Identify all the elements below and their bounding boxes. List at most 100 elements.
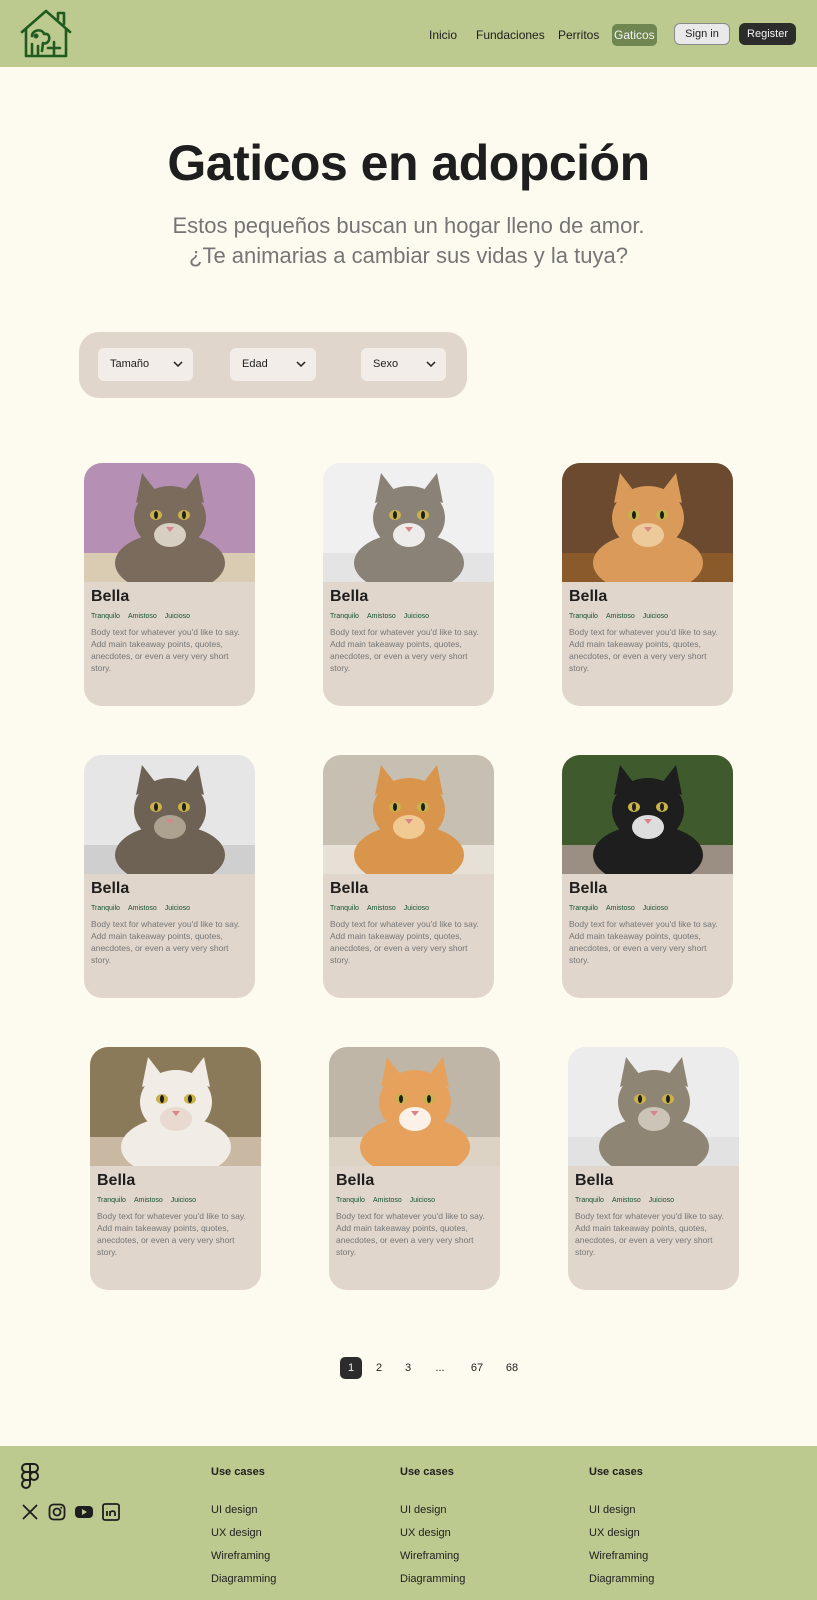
cat-tags: Tranquilo Amistoso Juicioso bbox=[575, 1197, 682, 1204]
footer-link[interactable]: UX design bbox=[589, 1527, 640, 1539]
instagram-icon[interactable] bbox=[48, 1503, 66, 1521]
chevron-down-icon bbox=[173, 361, 183, 368]
cat-tag: Tranquilo bbox=[569, 613, 598, 620]
cat-description: Body text for whatever you'd like to say… bbox=[97, 1211, 246, 1257]
cat-tag: Tranquilo bbox=[91, 613, 120, 620]
footer-column-title: Use cases bbox=[589, 1466, 643, 1478]
cat-description: Body text for whatever you'd like to say… bbox=[330, 627, 479, 673]
cat-photo bbox=[84, 463, 255, 582]
cat-tags: Tranquilo Amistoso Juicioso bbox=[91, 905, 198, 912]
cat-tags: Tranquilo Amistoso Juicioso bbox=[91, 613, 198, 620]
cat-tag: Amistoso bbox=[605, 613, 635, 620]
cat-name: Bella bbox=[330, 880, 369, 897]
nav-inicio[interactable]: Inicio bbox=[427, 24, 459, 46]
cat-tag: Juicioso bbox=[648, 1197, 675, 1204]
cat-tags: Tranquilo Amistoso Juicioso bbox=[569, 613, 676, 620]
chevron-down-icon bbox=[426, 361, 436, 368]
cat-name: Bella bbox=[575, 1172, 614, 1189]
cat-card[interactable]: Bella Tranquilo Amistoso Juicioso Body tex… bbox=[568, 1047, 739, 1290]
cat-tag: Amistoso bbox=[127, 905, 157, 912]
filter-sexo-select[interactable]: Sexo bbox=[361, 348, 446, 381]
sign-in-button[interactable]: Sign in bbox=[674, 23, 730, 45]
cat-name: Bella bbox=[330, 588, 369, 605]
cat-tags: Tranquilo Amistoso Juicioso bbox=[336, 1197, 443, 1204]
footer-link[interactable]: Wireframing bbox=[589, 1550, 648, 1562]
cat-photo bbox=[562, 755, 733, 874]
page-3-button[interactable]: 3 bbox=[397, 1357, 419, 1379]
cat-description: Body text for whatever you'd like to say… bbox=[91, 919, 240, 965]
cat-card[interactable]: Bella Tranquilo Amistoso Juicioso Body tex… bbox=[323, 755, 494, 998]
footer-link[interactable]: Diagramming bbox=[589, 1573, 654, 1585]
page-1-button[interactable]: 1 bbox=[340, 1357, 362, 1379]
cat-tag: Tranquilo bbox=[569, 905, 598, 912]
cat-card[interactable]: Bella Tranquilo Amistoso Juicioso Body tex… bbox=[329, 1047, 500, 1290]
cat-photo bbox=[84, 755, 255, 874]
footer-link[interactable]: UX design bbox=[400, 1527, 451, 1539]
cat-photo bbox=[562, 463, 733, 582]
logo-house-pet-icon[interactable] bbox=[18, 6, 74, 60]
cat-tag: Tranquilo bbox=[97, 1197, 126, 1204]
footer-link[interactable]: Wireframing bbox=[400, 1550, 459, 1562]
cat-tag: Tranquilo bbox=[575, 1197, 604, 1204]
footer-link[interactable]: UI design bbox=[400, 1504, 446, 1516]
footer-link[interactable]: Diagramming bbox=[400, 1573, 465, 1585]
cat-tag: Tranquilo bbox=[91, 905, 120, 912]
footer-link[interactable]: Diagramming bbox=[211, 1573, 276, 1585]
cat-tag: Juicioso bbox=[164, 613, 191, 620]
nav-gaticos[interactable]: Gaticos bbox=[612, 24, 657, 46]
youtube-icon[interactable] bbox=[74, 1504, 94, 1520]
cat-description: Body text for whatever you'd like to say… bbox=[330, 919, 479, 965]
cat-tag: Amistoso bbox=[372, 1197, 402, 1204]
page-67-button[interactable]: 67 bbox=[465, 1357, 489, 1379]
cat-photo bbox=[568, 1047, 739, 1166]
linkedin-icon[interactable] bbox=[102, 1503, 120, 1521]
nav-perritos[interactable]: Perritos bbox=[556, 24, 601, 46]
cat-tag: Amistoso bbox=[127, 613, 157, 620]
header: Inicio Fundaciones Perritos Gaticos Sign… bbox=[0, 0, 817, 67]
filter-tamano-label: Tamaño bbox=[110, 358, 150, 370]
cat-name: Bella bbox=[91, 880, 130, 897]
cat-card[interactable]: Bella Tranquilo Amistoso Juicioso Body tex… bbox=[562, 463, 733, 706]
cat-card[interactable]: Bella Tranquilo Amistoso Juicioso Body tex… bbox=[323, 463, 494, 706]
filter-edad-label: Edad bbox=[242, 358, 268, 370]
cat-photo bbox=[323, 755, 494, 874]
cat-card[interactable]: Bella Tranquilo Amistoso Juicioso Body tex… bbox=[84, 463, 255, 706]
cat-description: Body text for whatever you'd like to say… bbox=[91, 627, 240, 673]
cat-tag: Juicioso bbox=[403, 905, 430, 912]
page-title: Gaticos en adopción bbox=[167, 135, 650, 191]
footer-column-title: Use cases bbox=[211, 1466, 265, 1478]
cat-description: Body text for whatever you'd like to say… bbox=[569, 919, 718, 965]
cat-photo bbox=[329, 1047, 500, 1166]
hero-subtitle-line2: ¿Te animarias a cambiar sus vidas y la t… bbox=[189, 243, 628, 268]
nav-fundaciones[interactable]: Fundaciones bbox=[474, 24, 547, 46]
page-2-button[interactable]: 2 bbox=[368, 1357, 390, 1379]
footer: Use cases UI design UX design Wireframing Di… bbox=[0, 1446, 817, 1600]
cat-tag: Juicioso bbox=[170, 1197, 197, 1204]
figma-icon[interactable] bbox=[20, 1462, 40, 1490]
cat-card[interactable]: Bella Tranquilo Amistoso Juicioso Body tex… bbox=[84, 755, 255, 998]
cat-name: Bella bbox=[97, 1172, 136, 1189]
filter-edad-select[interactable]: Edad bbox=[230, 348, 316, 381]
footer-link[interactable]: UI design bbox=[589, 1504, 635, 1516]
cat-card[interactable]: Bella Tranquilo Amistoso Juicioso Body tex… bbox=[562, 755, 733, 998]
cat-name: Bella bbox=[336, 1172, 375, 1189]
cat-tag: Amistoso bbox=[605, 905, 635, 912]
register-button[interactable]: Register bbox=[739, 23, 796, 45]
cat-card[interactable]: Bella Tranquilo Amistoso Juicioso Body tex… bbox=[90, 1047, 261, 1290]
cat-photo bbox=[323, 463, 494, 582]
cat-description: Body text for whatever you'd like to say… bbox=[575, 1211, 724, 1257]
x-icon[interactable] bbox=[21, 1503, 39, 1521]
cat-description: Body text for whatever you'd like to say… bbox=[569, 627, 718, 673]
page-68-button[interactable]: 68 bbox=[500, 1357, 524, 1379]
filter-tamano-select[interactable]: Tamaño bbox=[98, 348, 193, 381]
footer-link[interactable]: Wireframing bbox=[211, 1550, 270, 1562]
cat-tag: Tranquilo bbox=[336, 1197, 365, 1204]
cat-name: Bella bbox=[569, 588, 608, 605]
footer-link[interactable]: UI design bbox=[211, 1504, 257, 1516]
cat-photo bbox=[90, 1047, 261, 1166]
footer-link[interactable]: UX design bbox=[211, 1527, 262, 1539]
page-ellipsis: ... bbox=[435, 1362, 445, 1374]
cat-tag: Amistoso bbox=[366, 905, 396, 912]
cat-tags: Tranquilo Amistoso Juicioso bbox=[569, 905, 676, 912]
cat-tag: Tranquilo bbox=[330, 905, 359, 912]
